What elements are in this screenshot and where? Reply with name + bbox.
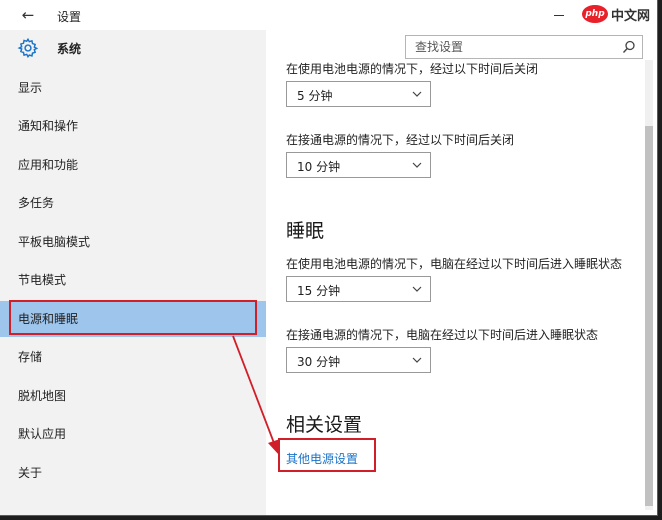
php-watermark: php 中文网 — [582, 2, 657, 26]
search-icon[interactable] — [622, 40, 636, 54]
sidebar-item-notifications[interactable]: 通知和操作 — [0, 108, 266, 144]
sidebar-header: 系统 — [0, 30, 266, 70]
scrollbar[interactable] — [645, 60, 653, 510]
power-sleep-content: 在使用电池电源的情况下，经过以下时间后关闭 5 分钟 在接通电源的情况下，经过以… — [266, 60, 646, 515]
sidebar-title: 系统 — [57, 42, 82, 56]
sidebar-item-display[interactable]: 显示 — [0, 70, 266, 106]
sidebar-item-apps[interactable]: 应用和功能 — [0, 147, 266, 183]
sleep-plugged-value: 30 分钟 — [297, 355, 341, 369]
search-box[interactable] — [405, 35, 643, 59]
sleep-heading: 睡眠 — [286, 220, 325, 242]
sidebar-item-default-apps[interactable]: 默认应用 — [0, 416, 266, 452]
window-title: 设置 — [57, 10, 82, 24]
sleep-plugged-dropdown[interactable]: 30 分钟 — [286, 347, 431, 373]
sleep-battery-value: 15 分钟 — [297, 284, 341, 298]
search-input[interactable] — [406, 36, 615, 58]
sidebar-item-storage[interactable]: 存储 — [0, 339, 266, 375]
chevron-down-icon — [412, 357, 422, 363]
sidebar-item-power-sleep[interactable]: 电源和睡眠 — [0, 301, 266, 337]
sidebar: 系统 显示 通知和操作 应用和功能 多任务 平板电脑模式 节电模式 电源和睡眠 … — [0, 30, 266, 515]
php-logo: php — [582, 5, 608, 23]
title-bar: ← 设置 php 中文网 — [0, 0, 657, 30]
other-power-settings-link[interactable]: 其他电源设置 — [286, 450, 358, 467]
screen-plugged-value: 10 分钟 — [297, 160, 341, 174]
chevron-down-icon — [412, 286, 422, 292]
screen-plugged-label: 在接通电源的情况下，经过以下时间后关闭 — [286, 133, 515, 147]
watermark-text: 中文网 — [611, 8, 651, 24]
settings-window: ← 设置 php 中文网 系统 显示 通知和操作 应用和功能 多任务 平板电脑模… — [0, 0, 658, 516]
sidebar-item-offline-maps[interactable]: 脱机地图 — [0, 378, 266, 414]
chevron-down-icon — [412, 91, 422, 97]
back-button[interactable]: ← — [18, 6, 38, 24]
sidebar-item-about[interactable]: 关于 — [0, 455, 266, 491]
screen-battery-value: 5 分钟 — [297, 89, 333, 103]
sleep-plugged-label: 在接通电源的情况下，电脑在经过以下时间后进入睡眠状态 — [286, 328, 599, 342]
chevron-down-icon — [412, 162, 422, 168]
sleep-battery-dropdown[interactable]: 15 分钟 — [286, 276, 431, 302]
sidebar-item-battery-saver[interactable]: 节电模式 — [0, 262, 266, 298]
screen-battery-dropdown[interactable]: 5 分钟 — [286, 81, 431, 107]
related-settings-heading: 相关设置 — [286, 414, 363, 436]
scroll-thumb[interactable] — [645, 126, 653, 506]
screen-plugged-dropdown[interactable]: 10 分钟 — [286, 152, 431, 178]
sidebar-item-multitasking[interactable]: 多任务 — [0, 185, 266, 221]
screen-battery-label: 在使用电池电源的情况下，经过以下时间后关闭 — [286, 62, 539, 76]
gear-icon — [17, 37, 39, 59]
minimize-button[interactable] — [548, 6, 568, 24]
sidebar-item-tablet-mode[interactable]: 平板电脑模式 — [0, 224, 266, 260]
sleep-battery-label: 在使用电池电源的情况下，电脑在经过以下时间后进入睡眠状态 — [286, 257, 623, 271]
